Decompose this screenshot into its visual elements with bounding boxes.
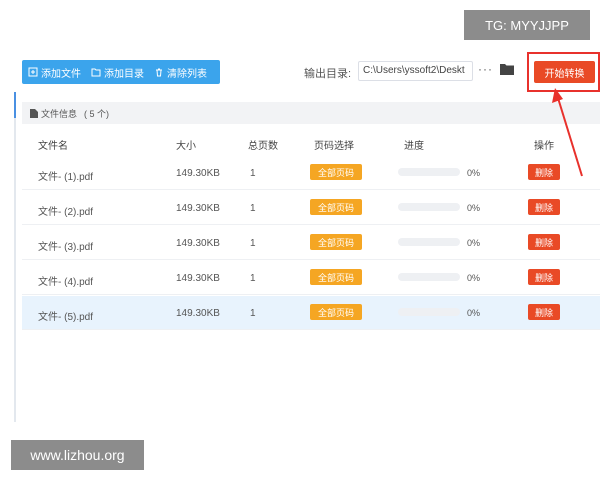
add-dir-button[interactable]: 添加目录	[91, 65, 144, 80]
output-dir-input[interactable]: C:\Users\yssoft2\Deskt	[358, 61, 473, 81]
start-highlight-box: 开始转换	[527, 52, 600, 92]
add-dir-label: 添加目录	[104, 68, 144, 80]
add-file-button[interactable]: 添加文件	[28, 65, 81, 80]
file-name: 文件- (1).pdf	[38, 172, 94, 183]
watermark-top: TG: MYYJJPP	[464, 10, 590, 40]
converter-window: 添加文件 添加目录 清除列表 输出目录: C:\Users\yssoft2\De…	[14, 52, 600, 428]
file-name: 文件- (5).pdf	[38, 312, 94, 323]
output-dir-label: 输出目录:	[304, 68, 352, 80]
file-info-bar: 文件信息 ( 5 个)	[22, 102, 600, 124]
page-select-button[interactable]: 全部页码	[310, 234, 362, 250]
file-info-label: 文件信息	[41, 108, 78, 119]
progress-bar	[398, 273, 460, 281]
header-progress: 进度	[404, 141, 424, 152]
delete-button[interactable]: 删除	[528, 199, 560, 215]
document-icon	[30, 108, 38, 118]
progress-bar	[398, 168, 460, 176]
toolbar: 添加文件 添加目录 清除列表	[22, 60, 220, 84]
delete-button[interactable]: 删除	[528, 269, 560, 285]
file-size: 149.30KB	[176, 168, 220, 179]
header-size: 大小	[176, 141, 196, 152]
left-rail-indicator	[14, 92, 16, 118]
table-row[interactable]: 文件- (1).pdf 149.30KB 1 全部页码 0% 删除	[22, 156, 600, 190]
progress-percent: 0%	[467, 168, 481, 178]
progress-percent: 0%	[467, 273, 481, 283]
delete-button[interactable]: 删除	[528, 234, 560, 250]
progress-bar	[398, 238, 460, 246]
page-select-button[interactable]: 全部页码	[310, 199, 362, 215]
header-page-select: 页码选择	[314, 141, 354, 152]
clear-list-label: 清除列表	[167, 68, 207, 80]
table-header: 文件名 大小 总页数 页码选择 进度 操作	[22, 128, 600, 156]
left-rail	[14, 92, 16, 422]
page-select-button[interactable]: 全部页码	[310, 164, 362, 180]
table-row[interactable]: 文件- (4).pdf 149.30KB 1 全部页码 0% 删除	[22, 261, 600, 295]
file-count: ( 5 个)	[84, 108, 110, 119]
start-convert-button[interactable]: 开始转换	[534, 61, 595, 83]
header-action: 操作	[534, 141, 554, 152]
progress-percent: 0%	[467, 308, 481, 318]
delete-button[interactable]: 删除	[528, 164, 560, 180]
file-name: 文件- (4).pdf	[38, 277, 94, 288]
table-row[interactable]: 文件- (5).pdf 149.30KB 1 全部页码 0% 删除	[22, 296, 600, 330]
add-file-label: 添加文件	[41, 68, 81, 80]
file-name: 文件- (3).pdf	[38, 242, 94, 253]
page-select-button[interactable]: 全部页码	[310, 304, 362, 320]
progress-percent: 0%	[467, 238, 481, 248]
trash-icon	[156, 68, 162, 77]
page-select-button[interactable]: 全部页码	[310, 269, 362, 285]
table-row[interactable]: 文件- (3).pdf 149.30KB 1 全部页码 0% 删除	[22, 226, 600, 260]
progress-percent: 0%	[467, 203, 481, 213]
file-size: 149.30KB	[176, 203, 220, 214]
file-size: 149.30KB	[176, 238, 220, 249]
file-name: 文件- (2).pdf	[38, 207, 94, 218]
delete-button[interactable]: 删除	[528, 304, 560, 320]
clear-list-button[interactable]: 清除列表	[154, 65, 207, 80]
add-file-icon	[28, 67, 38, 77]
watermark-bottom: www.lizhou.org	[11, 440, 144, 470]
file-size: 149.30KB	[176, 308, 220, 319]
browse-more-button[interactable]: ···	[478, 62, 493, 76]
progress-bar	[398, 203, 460, 211]
folder-icon	[91, 68, 101, 77]
page-count: 1	[250, 238, 256, 249]
open-folder-icon[interactable]	[500, 63, 514, 75]
header-name: 文件名	[38, 141, 68, 152]
page-count: 1	[250, 308, 256, 319]
table-row[interactable]: 文件- (2).pdf 149.30KB 1 全部页码 0% 删除	[22, 191, 600, 225]
file-size: 149.30KB	[176, 273, 220, 284]
page-count: 1	[250, 203, 256, 214]
page-count: 1	[250, 273, 256, 284]
header-pages: 总页数	[248, 141, 278, 152]
page-count: 1	[250, 168, 256, 179]
progress-bar	[398, 308, 460, 316]
